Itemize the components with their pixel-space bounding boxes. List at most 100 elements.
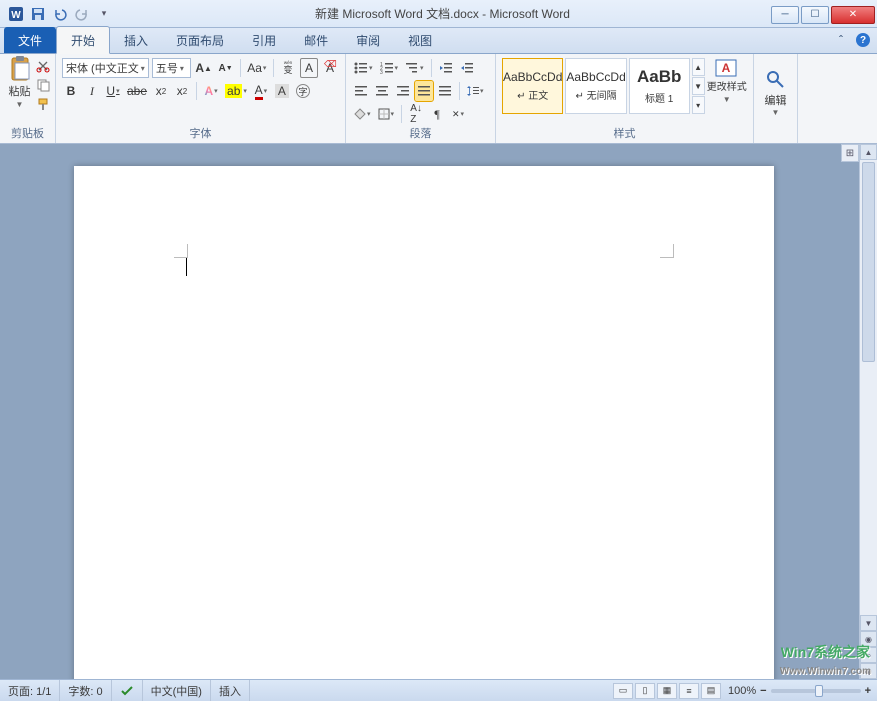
grow-font-icon[interactable]: A▲: [194, 58, 214, 78]
view-web-layout-icon[interactable]: ▦: [657, 683, 677, 699]
zoom-level[interactable]: 100%: [728, 685, 756, 697]
italic-icon[interactable]: I: [83, 81, 101, 101]
font-name-combo[interactable]: 宋体 (中文正文▾: [62, 58, 149, 78]
status-language[interactable]: 中文(中国): [143, 680, 211, 701]
help-icon[interactable]: ?: [855, 32, 871, 48]
distributed-icon[interactable]: [436, 81, 454, 101]
character-shading-icon[interactable]: A: [273, 81, 291, 101]
asian-layout-icon[interactable]: ✕▾: [449, 104, 467, 124]
status-mode[interactable]: 插入: [211, 680, 250, 701]
paste-icon[interactable]: [6, 56, 34, 82]
undo-icon[interactable]: [50, 4, 70, 24]
zoom-out-icon[interactable]: −: [760, 685, 766, 697]
bold-icon[interactable]: B: [62, 81, 80, 101]
vertical-scrollbar[interactable]: ▲ ▼ ◉ ○ ◉: [859, 144, 877, 679]
strikethrough-icon[interactable]: abe: [125, 81, 149, 101]
ruler-toggle-icon[interactable]: ⊞: [841, 144, 859, 162]
numbering-icon[interactable]: 123▾: [378, 58, 401, 78]
zoom-thumb[interactable]: [815, 685, 823, 697]
highlight-icon[interactable]: ab▾: [223, 81, 249, 101]
scroll-down-icon[interactable]: ▼: [860, 615, 877, 631]
status-page[interactable]: 页面: 1/1: [0, 680, 60, 701]
justify-icon[interactable]: [415, 81, 433, 101]
style-no-spacing[interactable]: AaBbCcDd ↵ 无间隔: [565, 58, 626, 114]
view-print-layout-icon[interactable]: ▭: [613, 683, 633, 699]
qat-customize-icon[interactable]: ▾: [94, 4, 114, 24]
minimize-button[interactable]: ─: [771, 6, 799, 24]
decrease-indent-icon[interactable]: [437, 58, 455, 78]
style-normal[interactable]: AaBbCcDd ↵ 正文: [502, 58, 563, 114]
change-case-icon[interactable]: Aa▾: [246, 58, 268, 78]
status-words[interactable]: 字数: 0: [60, 680, 111, 701]
show-marks-icon[interactable]: ¶: [428, 104, 446, 124]
minimize-ribbon-icon[interactable]: ˆ: [833, 32, 849, 48]
tab-review[interactable]: 审阅: [342, 27, 394, 53]
font-size-combo[interactable]: 五号▾: [152, 58, 191, 78]
redo-icon[interactable]: [72, 4, 92, 24]
shading-icon[interactable]: ▾: [352, 104, 373, 124]
scroll-track[interactable]: [860, 160, 877, 615]
gallery-down-icon[interactable]: ▼: [692, 77, 705, 95]
group-paragraph: ▾ 123▾ ▾ ▾ ▾ ▾ A↓Z ¶: [346, 54, 496, 143]
shrink-font-icon[interactable]: A▼: [217, 58, 235, 78]
editing-label[interactable]: 编辑: [765, 92, 787, 108]
svg-text:W: W: [11, 10, 21, 21]
gallery-up-icon[interactable]: ▲: [692, 58, 705, 76]
zoom-slider[interactable]: [771, 689, 861, 693]
document-area: ⊞ ▲ ▼ ◉ ○ ◉: [0, 144, 877, 679]
save-icon[interactable]: [28, 4, 48, 24]
status-proofing-icon[interactable]: [112, 680, 143, 701]
scroll-thumb[interactable]: [862, 162, 875, 362]
tab-mailings[interactable]: 邮件: [290, 27, 342, 53]
clear-formatting-icon[interactable]: A⌫: [321, 58, 339, 78]
copy-icon[interactable]: [35, 77, 51, 93]
borders-icon[interactable]: ▾: [376, 104, 397, 124]
word-app-icon[interactable]: W: [6, 4, 26, 24]
change-styles-button[interactable]: A 更改样式 ▼: [707, 58, 747, 104]
multilevel-list-icon[interactable]: ▾: [403, 58, 426, 78]
prev-page-icon[interactable]: ◉: [860, 631, 877, 647]
character-border-icon[interactable]: A: [300, 58, 318, 78]
page[interactable]: [74, 166, 774, 679]
view-draft-icon[interactable]: ▤: [701, 683, 721, 699]
bullets-icon[interactable]: ▾: [352, 58, 375, 78]
scroll-up-icon[interactable]: ▲: [860, 144, 877, 160]
subscript-icon[interactable]: x2: [152, 81, 170, 101]
view-full-screen-icon[interactable]: ▯: [635, 683, 655, 699]
underline-icon[interactable]: U▾: [104, 81, 122, 101]
tab-references[interactable]: 引用: [238, 27, 290, 53]
font-color-icon[interactable]: A▾: [252, 81, 270, 101]
paste-label[interactable]: 粘贴: [9, 83, 31, 99]
align-center-icon[interactable]: [373, 81, 391, 101]
align-right-icon[interactable]: [394, 81, 412, 101]
group-font-label: 字体: [60, 124, 341, 143]
group-clipboard-label: 剪贴板: [4, 124, 51, 143]
sort-icon[interactable]: A↓Z: [407, 104, 425, 124]
paste-dropdown-icon[interactable]: ▼: [16, 100, 24, 109]
view-outline-icon[interactable]: ≡: [679, 683, 699, 699]
quick-access-toolbar: W ▾: [0, 4, 114, 24]
align-left-icon[interactable]: [352, 81, 370, 101]
cut-icon[interactable]: [35, 58, 51, 74]
gallery-more-icon[interactable]: ▾: [692, 96, 705, 114]
browse-object-icon[interactable]: ○: [860, 647, 877, 663]
style-heading-1[interactable]: AaBb 标题 1: [629, 58, 690, 114]
next-page-icon[interactable]: ◉: [860, 663, 877, 679]
superscript-icon[interactable]: x2: [173, 81, 191, 101]
find-icon[interactable]: [763, 68, 789, 90]
tab-page-layout[interactable]: 页面布局: [162, 27, 238, 53]
text-effects-icon[interactable]: A▾: [202, 81, 220, 101]
format-painter-icon[interactable]: [35, 96, 51, 112]
zoom-in-icon[interactable]: +: [865, 685, 871, 697]
tab-insert[interactable]: 插入: [110, 27, 162, 53]
phonetic-guide-icon[interactable]: 变wén: [279, 58, 297, 78]
tab-view[interactable]: 视图: [394, 27, 446, 53]
maximize-button[interactable]: ☐: [801, 6, 829, 24]
close-button[interactable]: ✕: [831, 6, 875, 24]
tab-home[interactable]: 开始: [56, 26, 110, 54]
enclose-characters-icon[interactable]: 字: [294, 81, 312, 101]
document-scroll[interactable]: ⊞: [0, 144, 859, 679]
file-tab[interactable]: 文件: [4, 27, 56, 53]
line-spacing-icon[interactable]: ▾: [465, 81, 486, 101]
increase-indent-icon[interactable]: [458, 58, 476, 78]
